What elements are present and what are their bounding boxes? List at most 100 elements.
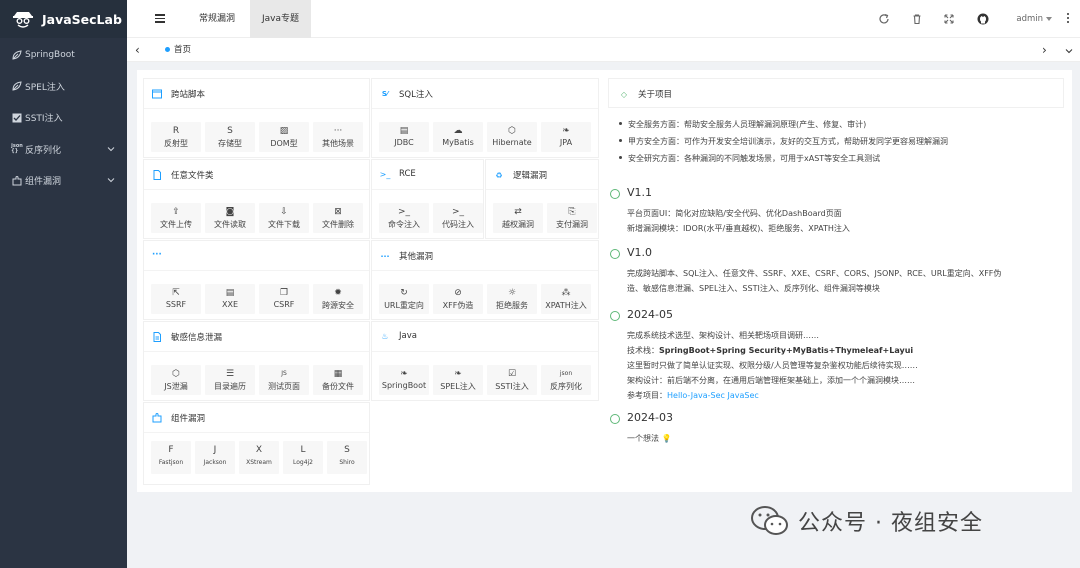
btn-jdbc[interactable]: ▤ JDBC [379,122,429,152]
btn-stored-xss[interactable]: S 存储型 [205,122,255,152]
chevron-right-icon[interactable]: › [1042,43,1047,57]
btn-shiro[interactable]: S Shiro [327,441,367,474]
about-header: ◇ 关于项目 [608,78,1064,108]
tab-common-vulns[interactable]: 常规漏洞 [187,0,247,38]
tab-java-topics[interactable]: Java专题 [250,0,312,38]
btn-dir-listing[interactable]: ☰ 目录遍历 [205,365,255,395]
card-title: ◇ 关于项目 [619,88,672,101]
timeline-title: V1.0 [627,246,653,259]
more-vertical-icon[interactable] [1067,13,1070,25]
btn-xstream[interactable]: X XStream [239,441,279,474]
btn-spel[interactable]: ❧ SPEL注入 [433,365,483,395]
menu-toggle-icon[interactable] [155,14,165,23]
pay-icon: ⎘ [568,207,576,217]
card-title-text: SQL注入 [399,90,433,100]
list-item-text: 甲方安全方面：可作为开发安全培训演示，友好的交互方式，帮助研发同学更容易理解漏洞 [628,137,948,146]
timeline-dot-icon [610,249,620,259]
card-title: 任意文件类 [152,169,214,181]
username: admin [1016,14,1043,24]
button-label: 支付漏洞 [556,220,588,229]
redirect-icon: ↻ [400,288,408,298]
btn-mybatis[interactable]: ☁ MyBatis [433,122,483,152]
btn-js-leak[interactable]: ⬡ JS泄漏 [151,365,201,395]
btn-other-xss[interactable]: ··· 其他场景 [313,122,363,152]
wechat-icon [751,506,788,535]
button-label: JDBC [394,138,414,147]
button-label: 存储型 [218,139,242,148]
sidebar-item-label: SpringBoot [25,49,75,60]
btn-backup-file[interactable]: ▦ 备份文件 [313,365,363,395]
doc-icon [152,332,162,342]
button-label: 反射型 [164,139,188,148]
json-icon: json [559,370,573,377]
leaf-icon: ❧ [400,369,408,379]
btn-xpath[interactable]: ⁂ XPATH注入 [541,284,591,314]
timeline-title: 2024-05 [627,308,673,321]
btn-xxe[interactable]: ▤ XXE [205,284,255,314]
sidebar-item-springboot[interactable]: SpringBoot [0,39,127,71]
tab-home[interactable]: 首页 [165,43,191,55]
card-request-forgery: ··· ⇱ SSRF ▤ XXE ❐ CSRF ✹ 跨源安全 [143,240,370,320]
timeline-dot-icon [610,311,620,321]
btn-csrf[interactable]: ❐ CSRF [259,284,309,314]
card-title-text: Java [399,331,417,341]
button-label: CSRF [273,300,295,309]
btn-dom-xss[interactable]: ▨ DOM型 [259,122,309,152]
tree-icon: ⁂ [561,288,571,298]
label: 一个想法 [627,434,659,443]
button-label: 代码注入 [442,220,474,229]
btn-file-delete[interactable]: ⊠ 文件删除 [313,203,363,233]
btn-reflected-xss[interactable]: R 反射型 [151,122,201,152]
btn-url-redirect[interactable]: ↻ URL重定向 [379,284,429,314]
chevron-left-icon[interactable]: ‹ [135,43,140,57]
btn-xff[interactable]: ⊘ XFF伪造 [433,284,483,314]
btn-ssti[interactable]: ☑ SSTI注入 [487,365,537,395]
label: 参考项目： [627,391,667,400]
card-title: 跨站脚本 [152,88,205,100]
btn-cors[interactable]: ✹ 跨源安全 [313,284,363,314]
sidebar-item-spel[interactable]: SPEL注入 [0,71,127,103]
trash-icon[interactable] [911,13,923,25]
fullscreen-icon[interactable] [943,13,955,25]
btn-springboot[interactable]: ❧ SpringBoot [379,365,429,395]
btn-jackson[interactable]: J Jackson [195,441,235,474]
card-title-text: 跨站脚本 [171,90,206,100]
sidebar-item-deserialization[interactable]: json{} 反序列化 [0,134,127,166]
github-icon[interactable] [977,13,989,25]
button-label: 文件删除 [322,220,354,229]
btn-test-page[interactable]: JS 测试页面 [259,365,309,395]
btn-dos[interactable]: ☼ 拒绝服务 [487,284,537,314]
reference-link[interactable]: Hello-Java-Sec JavaSec [667,391,759,400]
btn-hibernate[interactable]: ⬡ Hibernate [487,122,537,152]
btn-file-download[interactable]: ⇩ 文件下载 [259,203,309,233]
sidebar-item-components[interactable]: 组件漏洞 [0,165,127,197]
sql-icon: S⁄ [381,90,389,98]
button-label: SSTI注入 [495,382,529,391]
compass-icon: ⊘ [454,288,462,298]
btn-idor[interactable]: ⇄ 越权漏洞 [493,203,543,233]
btn-fastjson[interactable]: F Fastjson [151,441,191,474]
logo[interactable]: JavaSecLab [0,0,127,38]
tab-home-label: 首页 [174,45,192,55]
timeline-dot-icon [610,414,620,424]
js-icon: JS [281,370,287,377]
btn-payment[interactable]: ⎘ 支付漏洞 [547,203,597,233]
button-label: Fastjson [158,459,184,466]
chevron-down-icon[interactable] [1065,47,1073,55]
timeline-dot-icon [610,189,620,199]
btn-file-upload[interactable]: ⇪ 文件上传 [151,203,201,233]
user-menu[interactable]: admin [1016,14,1052,24]
top-header: 常规漏洞 Java专题 admin [127,0,1080,38]
page-tab-bar: ‹ 首页 › [127,38,1080,62]
btn-command-injection[interactable]: >_ 命令注入 [379,203,429,233]
btn-log4j2[interactable]: L Log4j2 [283,441,323,474]
card-title: 组件漏洞 [152,412,205,424]
s-icon: S [227,126,233,136]
btn-deserialization[interactable]: json 反序列化 [541,365,591,395]
btn-jpa[interactable]: ❧ JPA [541,122,591,152]
btn-code-injection[interactable]: >_ 代码注入 [433,203,483,233]
btn-file-read[interactable]: ◙ 文件读取 [205,203,255,233]
refresh-icon[interactable] [878,13,890,25]
sidebar-item-ssti[interactable]: SSTI注入 [0,102,127,134]
btn-ssrf[interactable]: ⇱ SSRF [151,284,201,314]
